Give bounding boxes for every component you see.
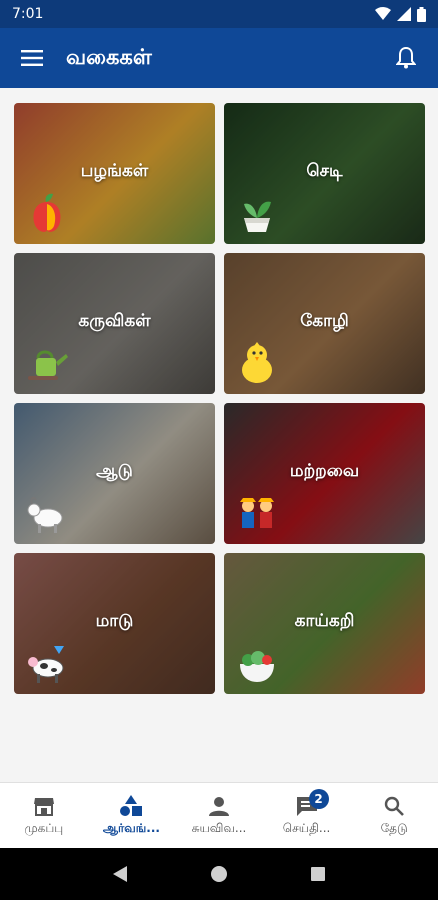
category-card-8[interactable]: காய்கறி [224,553,425,694]
nav-label: சுயவிவ... [191,820,247,835]
cow-icon [24,640,70,686]
nav-label: முகப்பு [24,820,64,835]
status-icons [375,6,426,22]
bell-icon [396,47,416,69]
back-button[interactable] [108,862,132,886]
nav-item-5[interactable]: தேடு [350,783,438,848]
person-icon [207,795,231,817]
category-card-6[interactable]: மற்றவை [224,403,425,544]
category-card-3[interactable]: கருவிகள் [14,253,215,394]
category-label: கோழி [300,311,349,331]
category-label: கருவிகள் [78,311,151,331]
category-label: ஆடு [96,461,133,481]
goat-icon [24,490,70,536]
page-title: வகைகள் [66,44,152,69]
shapes-icon [119,794,143,817]
hamburger-menu-icon [21,50,43,66]
chick-icon [234,340,280,386]
home-circle-icon [210,866,227,882]
category-card-5[interactable]: ஆடு [14,403,215,544]
category-label: காய்கறி [294,611,355,631]
nav-item-4[interactable]: 2 செய்தி... [263,783,351,848]
category-card-2[interactable]: செடி [224,103,425,244]
nav-item-3[interactable]: சுயவிவ... [175,783,263,848]
status-time: 7:01 [12,6,44,22]
recents-square-icon [311,867,326,881]
wifi-icon [375,7,391,20]
bottom-navigation: முகப்பு ஆர்வங்... சுயவிவ... 2 செய்தி... தேடு [0,782,438,848]
home-store-icon [32,795,56,817]
nav-label: தேடு [380,820,408,835]
watering-can-icon [24,340,70,386]
nav-item-1[interactable]: முகப்பு [0,783,88,848]
category-card-1[interactable]: பழங்கள் [14,103,215,244]
category-card-7[interactable]: மாடு [14,553,215,694]
recents-button[interactable] [306,862,330,886]
category-label: பழங்கள் [80,161,149,181]
vegetable-bowl-icon [234,640,280,686]
nav-label: செய்தி... [282,820,331,835]
chat-icon: 2 [295,788,329,817]
category-grid: பழங்கள் செடி கருவிகள் கோழி ஆடு மற்றவை மா… [14,103,425,694]
battery-icon [417,6,426,22]
system-navigation-bar [0,848,438,900]
category-card-4[interactable]: கோழி [224,253,425,394]
search-icon [382,795,406,817]
status-bar: 7:01 [0,0,438,28]
category-label: செடி [306,161,343,181]
category-label: மற்றவை [289,461,360,481]
notification-count-badge: 2 [308,788,329,809]
category-label: மாடு [95,611,134,631]
farmers-icon [234,490,280,536]
menu-button[interactable] [16,42,48,74]
back-triangle-icon [112,866,127,882]
nav-label: ஆர்வங்... [102,820,160,835]
app-bar: வகைகள் [0,28,438,88]
nav-item-2[interactable]: ஆர்வங்... [88,783,176,848]
fruit-icon [24,190,70,236]
signal-icon [397,7,411,21]
notifications-button[interactable] [390,42,422,74]
home-button[interactable] [207,862,231,886]
plant-pot-icon [234,190,280,236]
